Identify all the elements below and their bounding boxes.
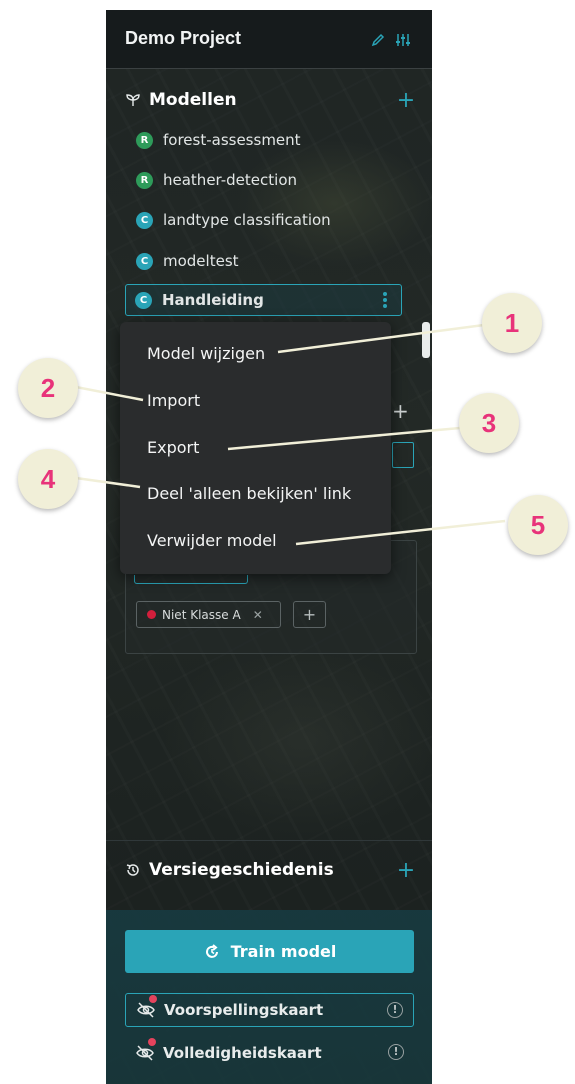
add-version-button[interactable]: +: [395, 860, 417, 882]
model-context-menu: Model wijzigen Import Export Deel 'allee…: [120, 322, 391, 574]
history-icon: [126, 864, 139, 876]
add-model-button[interactable]: +: [395, 90, 417, 112]
callout-badge-5: 5: [508, 495, 568, 555]
panel-header: Demo Project: [106, 10, 432, 69]
info-icon[interactable]: !: [388, 1044, 404, 1060]
model-type-badge: C: [136, 211, 153, 229]
menu-item-import[interactable]: Import: [147, 391, 200, 410]
add-class-button[interactable]: +: [392, 399, 409, 423]
model-type-badge: R: [136, 131, 153, 149]
close-icon[interactable]: ✕: [253, 608, 263, 622]
notification-dot: [149, 995, 157, 1003]
model-item-forest-assessment[interactable]: R forest-assessment: [136, 128, 406, 152]
retrain-icon: [205, 943, 218, 958]
project-title: Demo Project: [125, 28, 242, 48]
class-chip[interactable]: Niet Klasse A ✕: [136, 601, 281, 628]
callout-badge-4: 4: [18, 449, 78, 509]
class-chip-label: Niet Klasse A: [162, 607, 241, 622]
model-type-badge: R: [136, 171, 153, 189]
menu-item-share-view-link[interactable]: Deel 'alleen bekijken' link: [147, 484, 351, 503]
menu-item-delete-model[interactable]: Verwijder model: [147, 531, 277, 550]
menu-item-edit-model[interactable]: Model wijzigen: [147, 344, 265, 363]
models-section-title: Modellen: [125, 90, 237, 110]
eye-off-icon: [136, 995, 157, 1019]
more-options-icon[interactable]: [383, 292, 387, 310]
completeness-map-toggle[interactable]: Volledigheidskaart !: [125, 1036, 414, 1070]
callout-badge-1: 1: [482, 293, 542, 353]
sprout-icon: [126, 94, 140, 106]
sliders-icon[interactable]: [395, 32, 411, 48]
models-section-label: Modellen: [149, 90, 237, 110]
history-section-title: Versiegeschiedenis: [125, 860, 334, 880]
history-section-label: Versiegeschiedenis: [149, 860, 334, 880]
divider: [106, 840, 432, 841]
model-item-label: landtype classification: [163, 211, 331, 229]
class-options-button[interactable]: [392, 442, 414, 468]
model-type-badge: C: [136, 252, 153, 270]
model-item-label: Handleiding: [162, 291, 264, 309]
notification-dot: [148, 1038, 156, 1046]
train-model-label: Train model: [230, 942, 337, 961]
callout-badge-2: 2: [18, 358, 78, 418]
card-action-button[interactable]: [134, 575, 248, 584]
prediction-map-toggle[interactable]: Voorspellingskaart !: [125, 993, 414, 1027]
model-item-heather-detection[interactable]: R heather-detection: [136, 168, 406, 192]
model-item-modeltest[interactable]: C modeltest: [136, 249, 406, 273]
add-chip-button[interactable]: +: [293, 601, 326, 628]
info-icon[interactable]: !: [387, 1002, 403, 1018]
model-item-handleiding[interactable]: C Handleiding: [125, 284, 402, 316]
eye-off-icon: [135, 1038, 156, 1062]
scrollbar-thumb[interactable]: [422, 322, 430, 358]
class-color-dot: [147, 610, 156, 619]
model-item-label: modeltest: [163, 252, 239, 270]
callout-badge-3: 3: [459, 393, 519, 453]
prediction-map-label: Voorspellingskaart: [164, 1001, 324, 1019]
model-item-label: heather-detection: [163, 171, 298, 189]
train-model-button[interactable]: Train model: [125, 930, 414, 973]
model-item-label: forest-assessment: [163, 131, 301, 149]
pencil-icon[interactable]: [370, 32, 386, 48]
model-item-landtype-classification[interactable]: C landtype classification: [136, 208, 406, 232]
model-type-badge: C: [135, 291, 152, 309]
completeness-map-label: Volledigheidskaart: [163, 1044, 322, 1062]
menu-item-export[interactable]: Export: [147, 438, 199, 457]
